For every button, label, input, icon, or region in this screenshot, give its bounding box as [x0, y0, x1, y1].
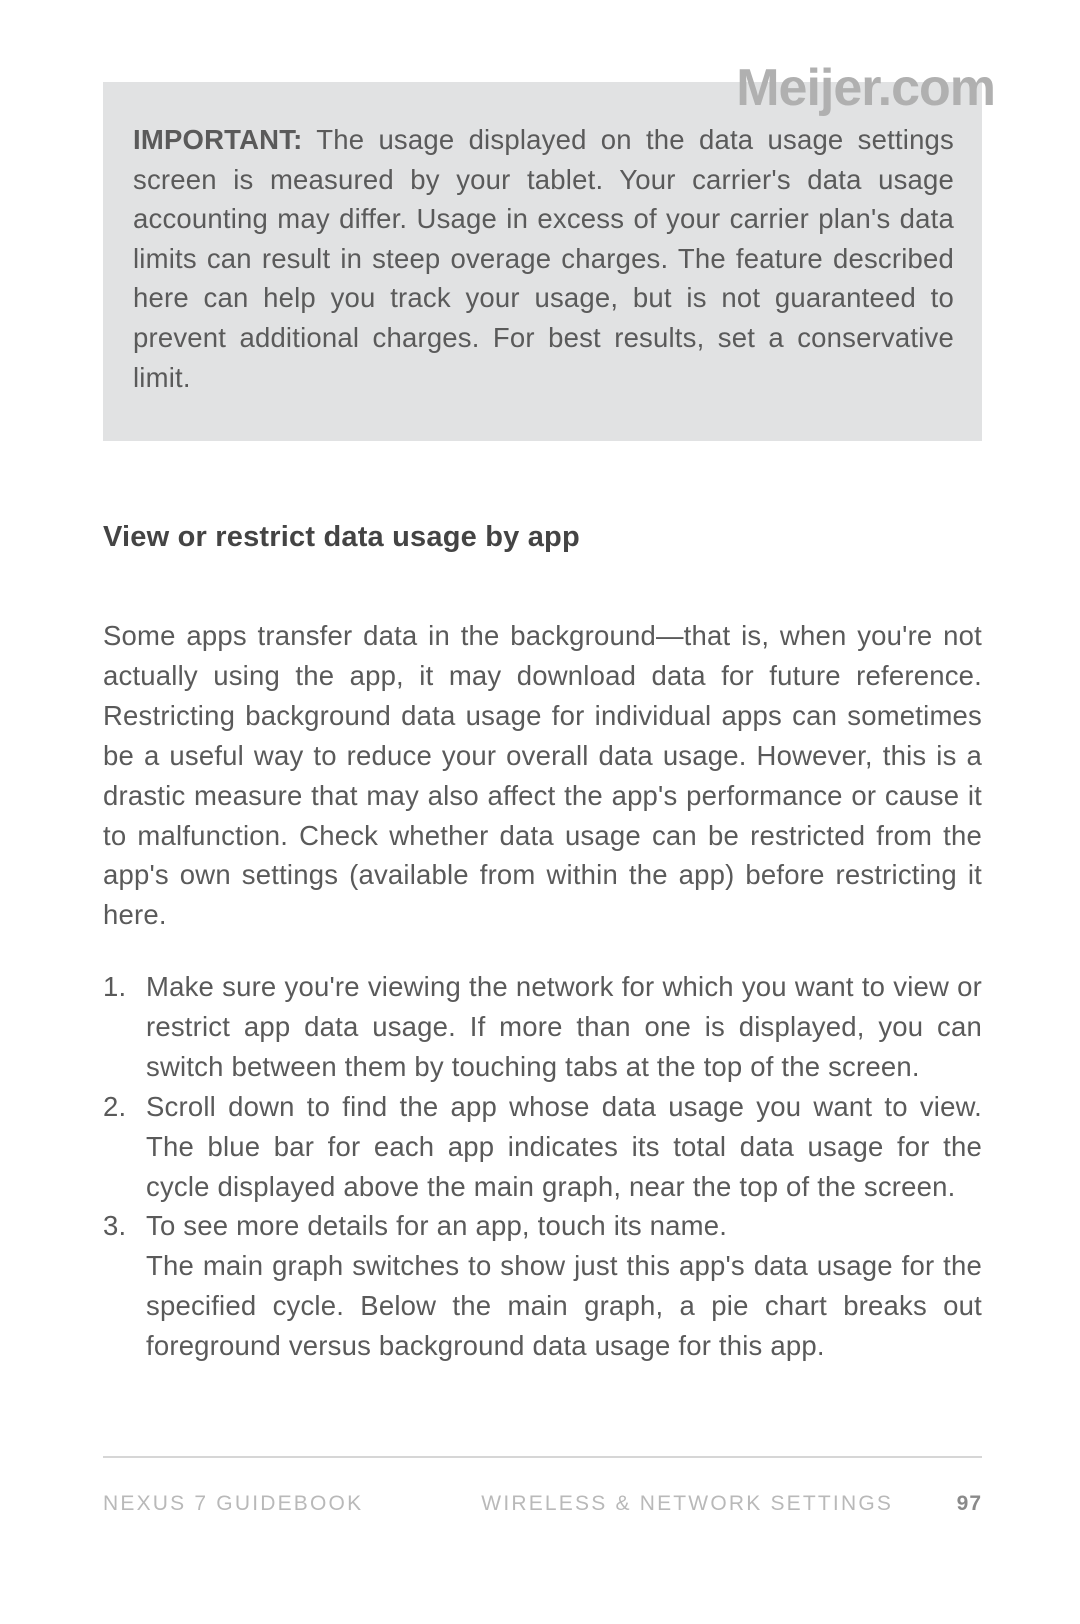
callout-paragraph: IMPORTANT: The usage displayed on the da… [133, 120, 954, 397]
callout-label: IMPORTANT: [133, 124, 303, 155]
footer-row: NEXUS 7 GUIDEBOOK WIRELESS & NETWORK SET… [103, 1492, 982, 1516]
section-heading: View or restrict data usage by app [103, 521, 982, 554]
footer-book-title: NEXUS 7 GUIDEBOOK [103, 1492, 363, 1516]
step-3-line2: The main graph switches to show just thi… [146, 1246, 982, 1366]
callout-body: The usage displayed on the data usage se… [133, 124, 954, 393]
step-1: Make sure you're viewing the network for… [103, 967, 982, 1087]
step-3-line1: To see more details for an app, touch it… [146, 1210, 727, 1241]
step-2: Scroll down to find the app whose data u… [103, 1087, 982, 1207]
steps-list: Make sure you're viewing the network for… [103, 967, 982, 1366]
important-callout: IMPORTANT: The usage displayed on the da… [103, 82, 982, 441]
footer-page-number: 97 [957, 1492, 982, 1516]
footer-divider [103, 1456, 982, 1458]
page-content: IMPORTANT: The usage displayed on the da… [0, 0, 1080, 1366]
watermark-text: Meijer.com [736, 58, 995, 118]
step-3: To see more details for an app, touch it… [103, 1206, 982, 1366]
intro-paragraph: Some apps transfer data in the backgroun… [103, 616, 982, 935]
footer-section-title: WIRELESS & NETWORK SETTINGS [363, 1492, 956, 1516]
page-footer: NEXUS 7 GUIDEBOOK WIRELESS & NETWORK SET… [103, 1456, 982, 1516]
